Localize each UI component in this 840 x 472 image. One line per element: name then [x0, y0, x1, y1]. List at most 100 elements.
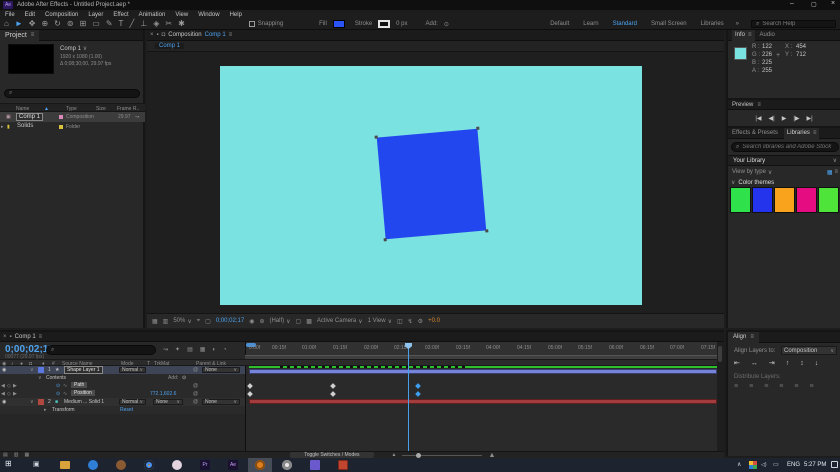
brush-tool-icon[interactable]: ╱	[129, 19, 134, 29]
project-comp-name[interactable]: Comp 1 ∨	[60, 45, 87, 52]
next-frame-button[interactable]: |▶	[793, 115, 799, 122]
tab-project[interactable]: Project ≡	[0, 30, 39, 41]
theme-swatch-orange[interactable]	[774, 187, 795, 213]
corner-handle[interactable]	[485, 229, 488, 232]
minimize-button[interactable]: –	[790, 0, 794, 7]
theme-swatch-magenta[interactable]	[796, 187, 817, 213]
start-button[interactable]: ⊞	[5, 459, 12, 468]
contents-row[interactable]: ∨ Contents Add: ⊙	[0, 374, 245, 382]
premiere-icon[interactable]: Pr	[200, 460, 210, 470]
resolution-dropdown[interactable]: (Half) ∨	[269, 318, 290, 325]
pickwhip-icon[interactable]: @	[193, 367, 198, 373]
roi-icon[interactable]: ▢	[205, 318, 211, 325]
distribute-v-center-button[interactable]: ≡	[749, 383, 753, 390]
keyframe-next-icon[interactable]: ▶	[13, 383, 17, 389]
transparency-grid-icon[interactable]: ▩	[306, 318, 312, 325]
app-icon-red[interactable]	[338, 460, 348, 470]
panel-menu-icon[interactable]: ≡	[748, 32, 752, 38]
eye-icon[interactable]: ◉	[2, 399, 6, 405]
menu-file[interactable]: File	[5, 12, 15, 18]
timeline-search-input[interactable]	[57, 347, 151, 353]
align-v-center-button[interactable]: ↕	[800, 360, 804, 367]
comp-canvas[interactable]	[220, 66, 642, 305]
roto-brush-tool-icon[interactable]: ✂	[165, 19, 172, 29]
after-effects-icon[interactable]: Ae	[228, 460, 238, 470]
menu-animation[interactable]: Animation	[139, 12, 166, 18]
contents-label[interactable]: Contents	[46, 375, 66, 381]
pen-tool-icon[interactable]: ✎	[106, 19, 113, 29]
blend-mode-dropdown[interactable]: Normal ∨	[119, 399, 146, 405]
keyframe-prev-icon[interactable]: ◀	[1, 383, 5, 389]
grid-view-icon[interactable]: ▦	[827, 169, 833, 176]
hand-tool-icon[interactable]: ✥	[29, 19, 36, 29]
notification-center-icon[interactable]	[831, 461, 838, 468]
snapping-toggle[interactable]: Snapping	[249, 21, 283, 27]
workspace-default[interactable]: Default	[550, 21, 569, 27]
align-bottom-button[interactable]: ↓	[815, 360, 819, 367]
zoom-dropdown[interactable]: 50% ∨	[173, 318, 191, 325]
gear-icon[interactable]: ⚙	[418, 318, 423, 325]
help-search-input[interactable]	[762, 21, 831, 27]
corner-handle[interactable]	[375, 136, 378, 139]
pan-behind-tool-icon[interactable]: ⊞	[80, 19, 87, 29]
project-row-solids[interactable]: ▸ ▮ Solids Folder	[0, 122, 145, 132]
layer-row-2[interactable]: ◉ ∨ 2 ■ Medium ... Solid 1 Normal ∨ None…	[0, 398, 245, 406]
tab-align[interactable]: Align ≡	[728, 332, 759, 343]
menu-layer[interactable]: Layer	[88, 12, 103, 18]
fill-swatch[interactable]	[333, 20, 345, 28]
workspace-overflow-icon[interactable]: »	[736, 21, 739, 27]
panel-menu-icon[interactable]: ≡	[757, 102, 761, 108]
camera-tool-icon[interactable]: ⊚	[67, 19, 74, 29]
distribute-top-button[interactable]: ≡	[734, 383, 738, 390]
play-button[interactable]: ▶	[782, 115, 787, 122]
path-property-label[interactable]: Path	[71, 382, 87, 388]
position-property-label[interactable]: Position	[71, 390, 95, 396]
zoom-tool-icon[interactable]: ⊕	[41, 19, 48, 29]
playhead-line[interactable]	[408, 343, 409, 451]
blend-mode-dropdown[interactable]: Normal ∨	[119, 367, 146, 373]
theme-swatch-blue[interactable]	[752, 187, 773, 213]
corner-handle[interactable]	[384, 238, 387, 241]
view-layout-dropdown[interactable]: 1 View ∨	[368, 318, 392, 325]
shape-tool-icon[interactable]: ▭	[92, 19, 100, 29]
tab-audio[interactable]: Audio	[760, 32, 775, 38]
draft-3d-icon[interactable]: ✦	[175, 346, 180, 353]
viewer-tab-label[interactable]: Composition	[168, 32, 201, 38]
pickwhip-icon[interactable]: @	[193, 399, 198, 405]
zoom-slider-thumb[interactable]	[416, 453, 421, 458]
language-indicator[interactable]: ENG	[787, 462, 800, 468]
add-icon[interactable]: ⊙	[182, 375, 186, 381]
panel-menu-icon[interactable]: ≡	[229, 32, 233, 38]
project-search-input[interactable]	[15, 91, 135, 97]
your-library-dropdown[interactable]: Your Library ∨	[728, 155, 840, 166]
volume-icon[interactable]: ◁)	[761, 462, 767, 468]
last-frame-button[interactable]: ▶|	[807, 115, 813, 122]
trkmat-dropdown[interactable]: None ∨	[153, 399, 183, 405]
tab-info[interactable]: Info ≡	[732, 30, 755, 41]
add-icon[interactable]: ⊙	[444, 21, 449, 28]
comp-mini-flowchart-icon[interactable]: ↝	[163, 346, 168, 353]
close-button[interactable]: ×	[831, 0, 835, 7]
layer-label-chip[interactable]	[38, 399, 44, 405]
align-h-center-button[interactable]: ↔	[751, 360, 758, 367]
puppet-pin-tool-icon[interactable]: ✱	[178, 19, 185, 29]
channels-icon[interactable]: ⊛	[259, 318, 264, 325]
exposure-value[interactable]: +0.0	[428, 318, 440, 324]
layer-name[interactable]: Medium ... Solid 1	[64, 399, 104, 405]
hide-shy-layers-icon[interactable]: ▤	[187, 346, 193, 353]
keyframe-add-icon[interactable]: ◇	[7, 391, 11, 397]
home-tool-icon[interactable]: ⌂	[4, 19, 9, 29]
twirl-icon[interactable]: ▸	[1, 124, 4, 130]
transform-reset-link[interactable]: Reset	[120, 407, 133, 413]
pixel-aspect-icon[interactable]: ◫	[397, 318, 403, 325]
chevron-down-icon[interactable]: ∨	[768, 169, 772, 176]
app-icon-purple[interactable]	[310, 460, 320, 470]
menu-effect[interactable]: Effect	[113, 12, 128, 18]
workspace-libraries[interactable]: Libraries	[701, 21, 724, 27]
workspace-small-screen[interactable]: Small Screen	[651, 21, 687, 27]
first-frame-button[interactable]: |◀	[755, 115, 761, 122]
menu-composition[interactable]: Composition	[45, 12, 78, 18]
selection-tool-icon[interactable]: ►	[15, 19, 23, 29]
stroke-label[interactable]: Stroke	[355, 21, 372, 27]
label-chip[interactable]	[59, 115, 63, 119]
